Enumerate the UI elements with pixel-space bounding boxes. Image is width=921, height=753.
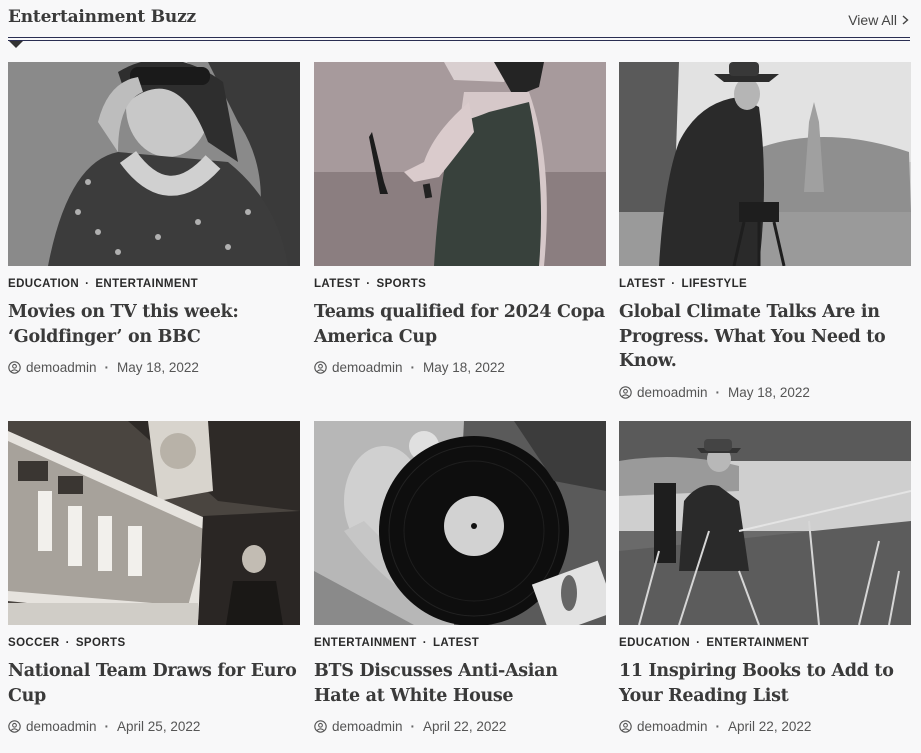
meta-separator: ·	[410, 719, 416, 734]
post-author[interactable]: demoadmin	[26, 719, 97, 734]
category-separator: ·	[422, 637, 427, 649]
post-thumbnail[interactable]	[8, 62, 300, 266]
meta-separator: ·	[715, 384, 721, 400]
category-separator: ·	[366, 278, 371, 290]
post-meta: demoadmin · April 22, 2022	[314, 719, 606, 734]
post-card: EDUCATION · ENTERTAINMENT Movies on TV t…	[8, 62, 300, 375]
post-date: May 18, 2022	[423, 360, 505, 375]
post-categories: LATEST · LIFESTYLE	[619, 278, 911, 290]
post-date: May 18, 2022	[117, 360, 199, 375]
post-card: ENTERTAINMENT · LATEST BTS Discusses Ant…	[314, 421, 606, 734]
post-title[interactable]: 11 Inspiring Books to Add to Your Readin…	[619, 659, 911, 708]
post-author[interactable]: demoadmin	[26, 360, 97, 375]
post-meta: demoadmin · May 18, 2022	[314, 360, 606, 375]
post-categories: EDUCATION · ENTERTAINMENT	[8, 278, 300, 290]
post-categories: SOCCER · SPORTS	[8, 637, 300, 649]
category-link[interactable]: ENTERTAINMENT	[706, 637, 809, 649]
woman-holding-sunglasses-image	[314, 62, 606, 266]
category-link[interactable]: ENTERTAINMENT	[314, 637, 417, 649]
category-link[interactable]: LIFESTYLE	[682, 278, 748, 290]
category-link[interactable]: EDUCATION	[619, 637, 690, 649]
category-link[interactable]: LATEST	[314, 278, 360, 290]
post-meta: demoadmin · May 18, 2022	[619, 385, 911, 400]
woman-sunglasses-image	[8, 62, 300, 266]
post-meta: demoadmin · April 22, 2022	[619, 719, 911, 734]
post-thumbnail[interactable]	[619, 421, 911, 625]
post-meta: demoadmin · May 18, 2022	[8, 360, 300, 375]
post-meta: demoadmin · April 25, 2022	[8, 719, 300, 734]
divider-arrow-icon	[9, 41, 23, 48]
post-thumbnail[interactable]	[8, 421, 300, 625]
post-date: April 22, 2022	[423, 719, 507, 734]
post-categories: LATEST · SPORTS	[314, 278, 606, 290]
post-thumbnail[interactable]	[619, 62, 911, 266]
vinyl-records-collage-image	[314, 421, 606, 625]
meta-separator: ·	[104, 360, 110, 375]
fisherman-by-lake-image	[619, 421, 911, 625]
category-separator: ·	[671, 278, 676, 290]
user-icon	[619, 385, 632, 399]
post-card: LATEST · LIFESTYLE Global Climate Talks …	[619, 62, 911, 400]
category-separator: ·	[696, 637, 701, 649]
post-thumbnail[interactable]	[314, 62, 606, 266]
post-title[interactable]: BTS Discusses Anti-Asian Hate at White H…	[314, 659, 606, 708]
category-link[interactable]: SPORTS	[377, 278, 427, 290]
post-card: SOCCER · SPORTS National Team Draws for …	[8, 421, 300, 734]
meta-separator: ·	[410, 360, 416, 375]
category-link[interactable]: SPORTS	[76, 637, 126, 649]
post-author[interactable]: demoadmin	[637, 719, 708, 734]
post-title[interactable]: National Team Draws for Euro Cup	[8, 659, 300, 708]
post-title[interactable]: Teams qualified for 2024 Copa America Cu…	[314, 300, 606, 349]
section-title: Entertainment Buzz	[8, 7, 196, 27]
meta-separator: ·	[104, 719, 110, 734]
category-separator: ·	[85, 278, 90, 290]
view-all-link[interactable]: View All	[848, 12, 910, 28]
view-all-label: View All	[848, 12, 897, 28]
vintage-photos-image	[8, 421, 300, 625]
category-link[interactable]: LATEST	[619, 278, 665, 290]
category-link[interactable]: SOCCER	[8, 637, 60, 649]
category-separator: ·	[65, 637, 70, 649]
user-icon	[314, 720, 327, 733]
post-author[interactable]: demoadmin	[332, 719, 403, 734]
section-divider	[8, 37, 910, 41]
user-icon	[314, 361, 327, 374]
post-thumbnail[interactable]	[314, 421, 606, 625]
category-link[interactable]: EDUCATION	[8, 278, 79, 290]
user-icon	[619, 720, 632, 733]
post-author[interactable]: demoadmin	[332, 360, 403, 375]
post-card: LATEST · SPORTS Teams qualified for 2024…	[314, 62, 606, 375]
post-categories: ENTERTAINMENT · LATEST	[314, 637, 606, 649]
section-header: Entertainment Buzz View All	[8, 0, 910, 48]
post-date: April 25, 2022	[117, 719, 201, 734]
post-author[interactable]: demoadmin	[637, 385, 708, 400]
post-date: April 22, 2022	[728, 719, 812, 734]
post-title[interactable]: Movies on TV this week: ‘Goldfinger’ on …	[8, 300, 300, 349]
post-date: May 18, 2022	[728, 384, 810, 400]
chevron-right-icon	[902, 15, 909, 25]
category-link[interactable]: ENTERTAINMENT	[95, 278, 198, 290]
user-icon	[8, 361, 21, 374]
user-icon	[8, 720, 21, 733]
post-card: EDUCATION · ENTERTAINMENT 11 Inspiring B…	[619, 421, 911, 734]
category-link[interactable]: LATEST	[433, 637, 479, 649]
man-with-camera-image	[619, 62, 911, 266]
post-title[interactable]: Global Climate Talks Are in Progress. Wh…	[619, 300, 911, 374]
meta-separator: ·	[715, 719, 721, 734]
post-categories: EDUCATION · ENTERTAINMENT	[619, 637, 911, 649]
